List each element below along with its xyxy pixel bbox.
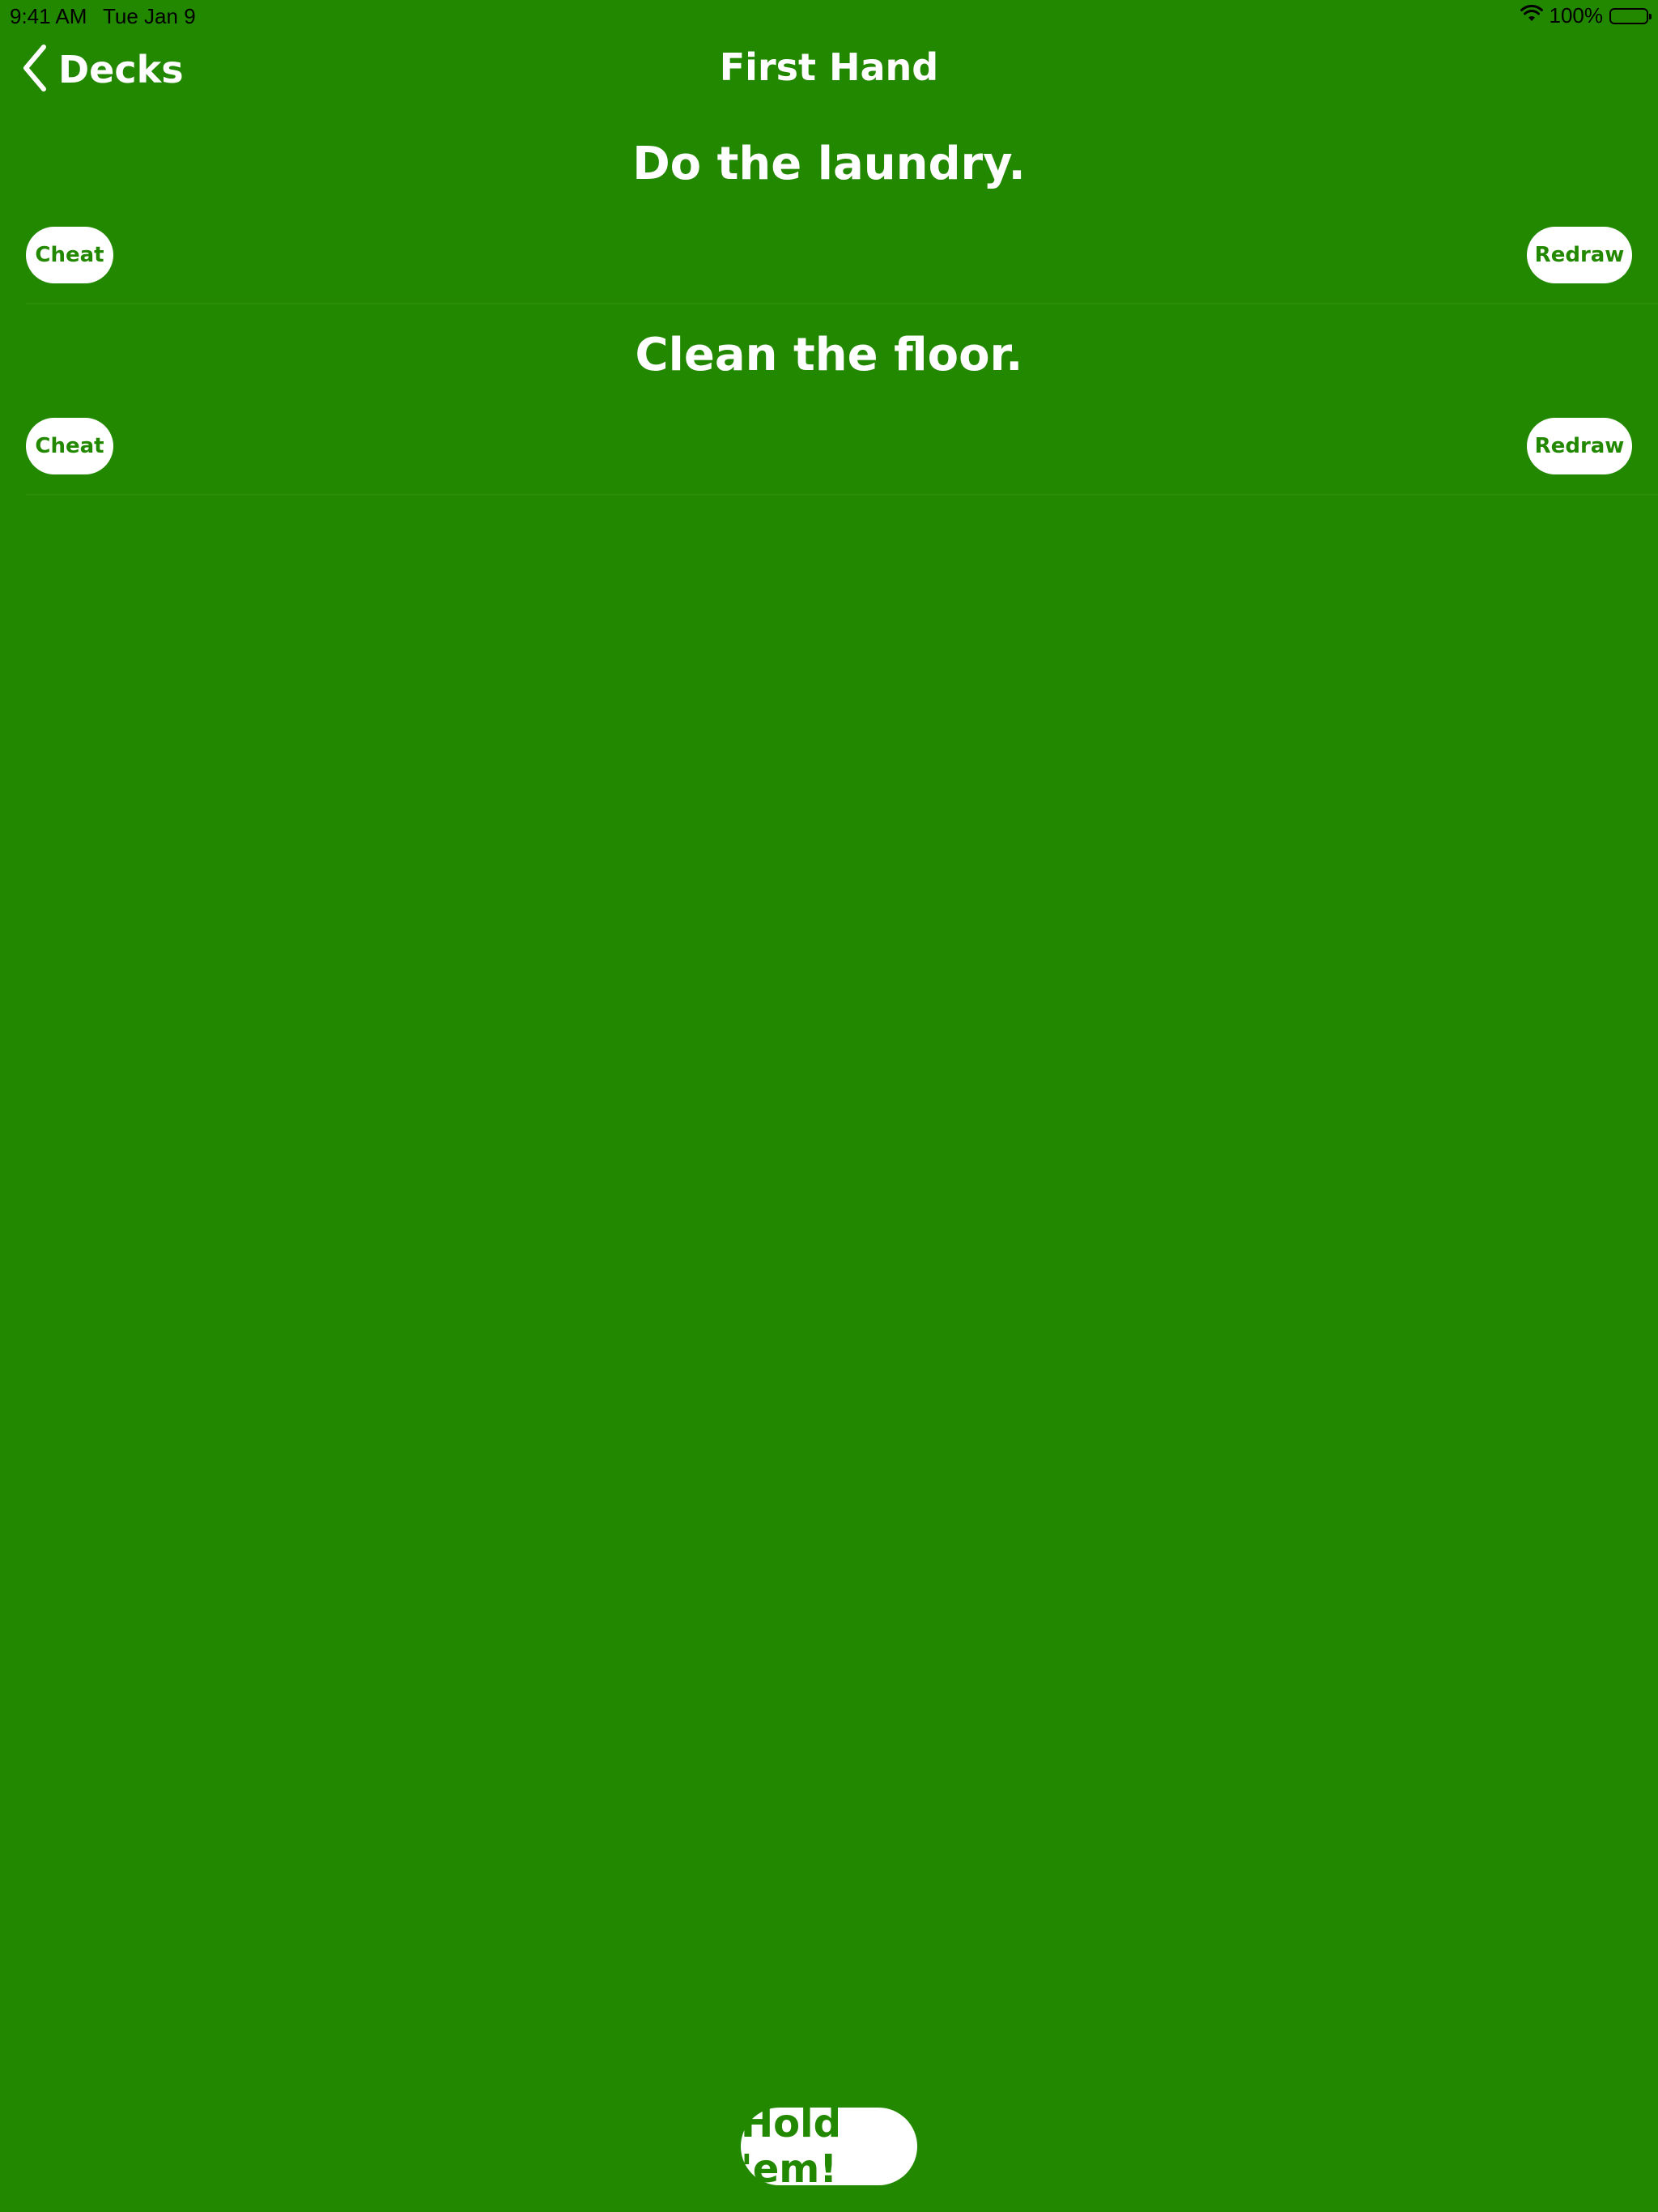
card-text: Clean the floor.: [635, 329, 1023, 381]
cheat-button[interactable]: Cheat: [26, 227, 113, 283]
cheat-button[interactable]: Cheat: [26, 418, 113, 474]
card-row: Clean the floor. Cheat Redraw: [0, 304, 1658, 496]
card-text: Do the laundry.: [632, 138, 1026, 190]
row-divider: [26, 494, 1658, 496]
redraw-button[interactable]: Redraw: [1527, 227, 1632, 283]
page-title: First Hand: [719, 45, 939, 89]
card-row: Do the laundry. Cheat Redraw: [0, 113, 1658, 304]
hold-em-button[interactable]: Hold 'em!: [741, 2101, 917, 2192]
battery-icon: [1609, 7, 1652, 24]
redraw-button[interactable]: Redraw: [1527, 418, 1632, 474]
wifi-icon: [1520, 3, 1543, 28]
status-bar: 9:41 AM Tue Jan 9 100%: [0, 0, 1658, 32]
status-indicators: 100%: [1520, 3, 1652, 28]
status-date: Tue Jan 9: [103, 4, 196, 28]
status-time: 9:41 AM: [10, 4, 87, 28]
battery-percentage: 100%: [1549, 3, 1604, 28]
navigation-bar: Decks First Hand: [0, 32, 1658, 105]
